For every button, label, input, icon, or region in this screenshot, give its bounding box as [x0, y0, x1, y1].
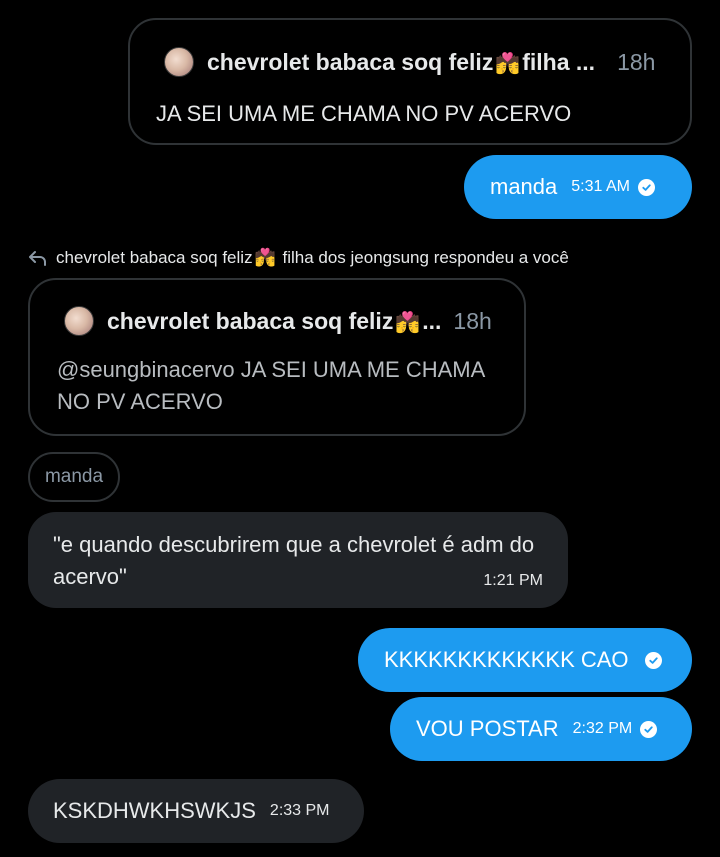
reply-context-chip[interactable]: manda: [28, 452, 120, 502]
outgoing-message[interactable]: VOU POSTAR 2:32 PM: [390, 697, 692, 761]
read-check-icon: [644, 651, 662, 669]
quoted-author-name: chevrolet babaca soq feliz 💏...: [107, 307, 442, 334]
read-check-icon: [637, 178, 655, 196]
reply-arrow-icon: [29, 251, 46, 266]
message-text: KKKKKKKKKKKKK CAO: [384, 647, 629, 672]
kiss-emoji-icon: 💏: [495, 50, 521, 75]
message-time: 5:31 AM: [571, 178, 630, 195]
author-avatar: [164, 47, 194, 77]
incoming-message[interactable]: "e quando descubrirem que a chevrolet é …: [28, 512, 568, 608]
kiss-emoji-icon: 💏: [254, 248, 276, 268]
quoted-post-text: JA SEI UMA ME CHAMA NO PV ACERVO: [156, 101, 572, 126]
message-text: manda: [490, 174, 558, 199]
quoted-post-time: 18h: [617, 48, 656, 75]
reply-notice: chevrolet babaca soq feliz 💏 filha dos je…: [28, 248, 569, 268]
incoming-message[interactable]: KSKDHWKHSWKJS 2:33 PM: [28, 779, 364, 843]
message-text: KSKDHWKHSWKJS: [53, 798, 256, 823]
reply-author: chevrolet babaca soq feliz: [56, 248, 253, 267]
outgoing-message[interactable]: KKKKKKKKKKKKK CAO: [358, 628, 692, 692]
outgoing-message[interactable]: manda 5:31 AM: [464, 155, 692, 219]
author-avatar: [64, 306, 94, 336]
quoted-post-text: @seungbinacervo JA SEI UMA ME CHAMA NO P…: [57, 357, 485, 414]
kiss-emoji-icon: 💏: [395, 309, 421, 334]
quoted-author-name: chevrolet babaca soq feliz 💏filha ...: [207, 48, 596, 75]
reply-notice-text: filha dos jeongsung respondeu a você: [282, 248, 569, 267]
quoted-post-time: 18h: [453, 307, 492, 334]
quoted-post-card[interactable]: chevrolet babaca soq feliz 💏... 18h @seun…: [28, 278, 526, 436]
message-time: 1:21 PM: [483, 572, 543, 589]
message-time: 2:33 PM: [269, 802, 330, 819]
message-time: 2:32 PM: [572, 720, 633, 737]
message-text: "e quando descubrirem que a chevrolet é …: [53, 532, 535, 589]
read-check-icon: [640, 720, 658, 738]
message-text: VOU POSTAR: [416, 716, 559, 741]
quoted-post-card[interactable]: chevrolet babaca soq feliz 💏filha ... 18h…: [128, 18, 692, 145]
